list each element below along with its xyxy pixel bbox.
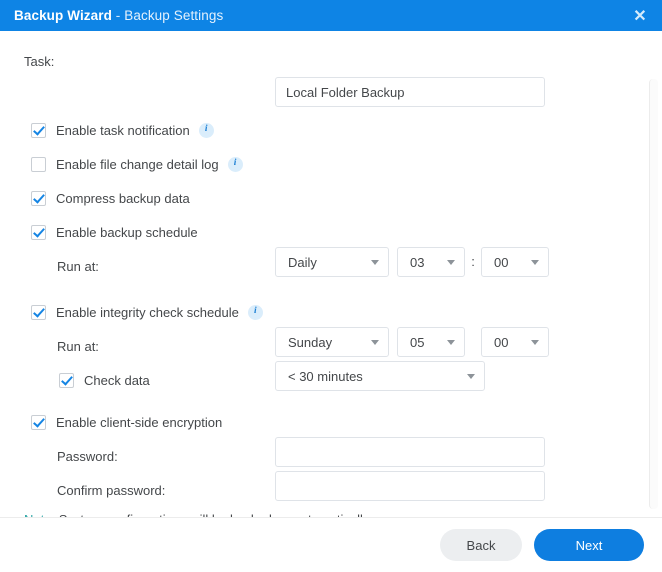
check-data-duration-value: < 30 minutes	[288, 368, 363, 384]
dialog-footer: Back Next	[0, 517, 662, 572]
backup-run-at-label: Run at:	[57, 258, 99, 274]
integrity-hour-value: 05	[410, 334, 425, 350]
chevron-down-icon	[531, 259, 539, 265]
encryption-checkbox[interactable]	[31, 414, 46, 430]
file-change-log-checkbox[interactable]	[31, 156, 46, 172]
dialog-body: Task: Enable task notification i Enable …	[0, 31, 662, 517]
encryption-row: Enable client-side encryption	[31, 409, 222, 435]
integrity-schedule-label: Enable integrity check schedule	[56, 304, 239, 320]
integrity-frequency-value: Sunday	[288, 334, 333, 350]
backup-time-separator: :	[471, 254, 475, 269]
task-notification-label: Enable task notification	[56, 122, 190, 138]
compress-checkbox[interactable]	[31, 190, 46, 206]
back-button[interactable]: Back	[440, 529, 522, 561]
file-change-log-info-icon[interactable]: i	[227, 156, 243, 172]
integrity-run-at-label: Run at:	[57, 338, 99, 354]
dialog-title-separator: -	[111, 8, 125, 23]
chevron-down-icon	[371, 259, 379, 265]
backup-schedule-row: Enable backup schedule	[31, 219, 198, 245]
task-notification-checkbox[interactable]	[31, 122, 46, 138]
task-label: Task:	[24, 53, 55, 69]
integrity-schedule-row: Enable integrity check schedule i	[31, 299, 263, 325]
check-data-row: Check data	[59, 367, 150, 393]
encryption-label: Enable client-side encryption	[56, 414, 223, 430]
chevron-down-icon	[447, 259, 455, 265]
integrity-schedule-checkbox[interactable]	[31, 304, 46, 320]
dialog-title: Backup Wizard - Backup Settings	[14, 8, 223, 23]
task-notification-row: Enable task notification i	[31, 117, 214, 143]
dialog-title-app: Backup Wizard	[14, 8, 112, 23]
backup-hour-value: 03	[410, 254, 425, 270]
integrity-run-at-row: Run at:	[57, 333, 99, 359]
chevron-down-icon	[371, 339, 379, 345]
integrity-minute-select[interactable]: 00	[481, 327, 549, 357]
task-input[interactable]	[275, 77, 545, 107]
chevron-down-icon	[447, 339, 455, 345]
backup-minute-select[interactable]: 00	[481, 247, 549, 277]
close-icon[interactable]: ✕	[618, 0, 662, 31]
chevron-down-icon	[467, 373, 475, 379]
note-text: Note: System configurations will be back…	[24, 512, 372, 517]
next-button[interactable]: Next	[534, 529, 644, 561]
compress-row: Compress backup data	[31, 185, 190, 211]
integrity-hour-select[interactable]: 05	[397, 327, 465, 357]
file-change-log-label: Enable file change detail log	[56, 156, 219, 172]
confirm-password-label: Confirm password:	[57, 482, 166, 498]
confirm-password-field[interactable]	[275, 471, 545, 501]
task-row: Task:	[24, 48, 54, 74]
dialog-titlebar: Backup Wizard - Backup Settings ✕	[0, 0, 662, 31]
check-data-checkbox[interactable]	[59, 372, 74, 388]
note-label: Note:	[24, 512, 55, 517]
backup-frequency-value: Daily	[288, 254, 317, 270]
chevron-down-icon	[531, 339, 539, 345]
backup-schedule-label: Enable backup schedule	[56, 224, 198, 240]
vertical-scrollbar[interactable]	[649, 79, 658, 509]
check-data-duration-select[interactable]: < 30 minutes	[275, 361, 485, 391]
password-label: Password:	[57, 448, 118, 464]
backup-hour-select[interactable]: 03	[397, 247, 465, 277]
backup-frequency-select[interactable]: Daily	[275, 247, 389, 277]
note-body: System configurations will be backed up …	[59, 512, 372, 517]
integrity-frequency-select[interactable]: Sunday	[275, 327, 389, 357]
dialog-title-page: Backup Settings	[124, 8, 224, 23]
password-row: Password:	[57, 443, 118, 469]
check-data-label: Check data	[84, 372, 150, 388]
integrity-minute-value: 00	[494, 334, 509, 350]
task-notification-info-icon[interactable]: i	[198, 122, 214, 138]
backup-wizard-dialog: Backup Wizard - Backup Settings ✕ Task: …	[0, 0, 662, 572]
confirm-password-row: Confirm password:	[57, 477, 165, 503]
integrity-schedule-info-icon[interactable]: i	[247, 304, 263, 320]
backup-run-at-row: Run at:	[57, 253, 99, 279]
backup-minute-value: 00	[494, 254, 509, 270]
password-field[interactable]	[275, 437, 545, 467]
file-change-log-row: Enable file change detail log i	[31, 151, 243, 177]
compress-label: Compress backup data	[56, 190, 190, 206]
backup-schedule-checkbox[interactable]	[31, 224, 46, 240]
